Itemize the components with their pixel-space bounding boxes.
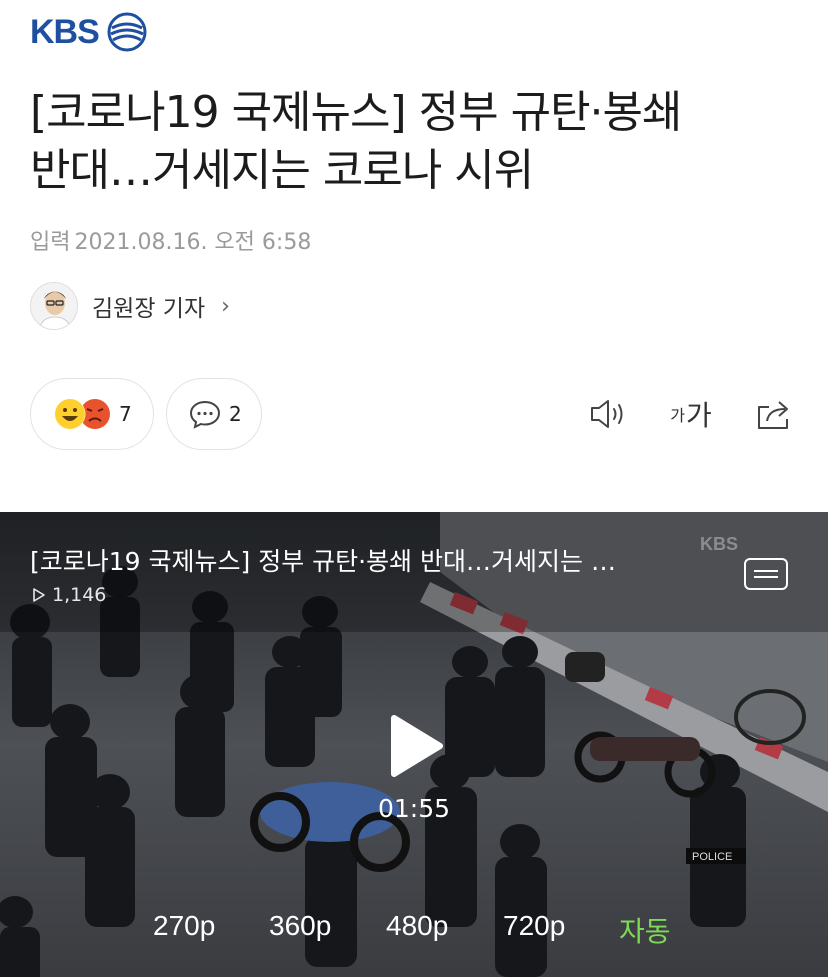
headline-line-2: 반대…거세지는 코로나 시위 bbox=[30, 145, 534, 196]
reaction-emoji-icons bbox=[54, 398, 110, 430]
comment-count: 2 bbox=[229, 402, 242, 426]
font-size-large: 가 bbox=[685, 399, 712, 432]
video-duration: 01:55 bbox=[377, 794, 451, 823]
read-aloud-button[interactable] bbox=[586, 392, 630, 436]
article-headline: [코로나19 국제뉴스] 정부 규탄·봉쇄 반대…거세지는 코로나 시위 bbox=[30, 84, 800, 200]
comment-bubble-icon bbox=[189, 400, 221, 429]
quality-options: 270p 360p 480p 720p 자동 bbox=[0, 910, 828, 950]
reporter-name: 김원장 기자 bbox=[92, 296, 206, 322]
share-icon bbox=[758, 401, 788, 429]
speaker-icon bbox=[591, 400, 623, 428]
kbs-logo[interactable]: KBS bbox=[30, 10, 147, 54]
menu-line-icon bbox=[754, 576, 778, 578]
reporter-link[interactable]: 김원장 기자 › bbox=[30, 278, 230, 334]
play-count-icon bbox=[33, 588, 45, 602]
view-count: 1,146 bbox=[52, 584, 107, 606]
font-size-button[interactable]: 가가 bbox=[664, 392, 718, 436]
share-button[interactable] bbox=[752, 392, 796, 436]
quality-option-720p[interactable]: 720p bbox=[503, 910, 565, 942]
video-views: 1,146 bbox=[32, 584, 106, 606]
quality-option-270p[interactable]: 270p bbox=[153, 910, 215, 942]
kbs-globe-icon bbox=[107, 12, 147, 52]
headline-line-1: [코로나19 국제뉴스] 정부 규탄·봉쇄 bbox=[30, 87, 683, 138]
video-title: [코로나19 국제뉴스] 정부 규탄·봉쇄 반대…거세지는 … bbox=[30, 547, 617, 576]
logo-text: KBS bbox=[30, 12, 100, 51]
quality-option-480p[interactable]: 480p bbox=[386, 910, 448, 942]
chevron-right-icon: › bbox=[221, 293, 230, 319]
svg-text:POLICE: POLICE bbox=[692, 851, 732, 863]
quality-option-360p[interactable]: 360p bbox=[269, 910, 331, 942]
comment-button[interactable]: 2 bbox=[166, 378, 262, 450]
playlist-menu-button[interactable] bbox=[744, 558, 788, 590]
article-meta: 입력 2021.08.16. 오전 6:58 bbox=[30, 224, 311, 256]
reaction-count: 7 bbox=[119, 402, 132, 426]
menu-line-icon bbox=[754, 570, 778, 572]
quality-option-auto[interactable]: 자동 bbox=[619, 910, 671, 950]
font-size-small: 가 bbox=[670, 406, 685, 425]
reporter-avatar bbox=[30, 282, 78, 330]
video-player[interactable]: POLICE KBS [코로나19 국제뉴스] 정부 규탄·봉쇄 반대…거세지는… bbox=[0, 512, 828, 977]
play-icon[interactable] bbox=[388, 714, 444, 778]
video-watermark: KBS bbox=[700, 534, 739, 554]
meta-label: 입력 bbox=[30, 230, 71, 255]
meta-date: 2021.08.16. 오전 6:58 bbox=[74, 230, 312, 255]
reaction-button[interactable]: 7 bbox=[30, 378, 154, 450]
